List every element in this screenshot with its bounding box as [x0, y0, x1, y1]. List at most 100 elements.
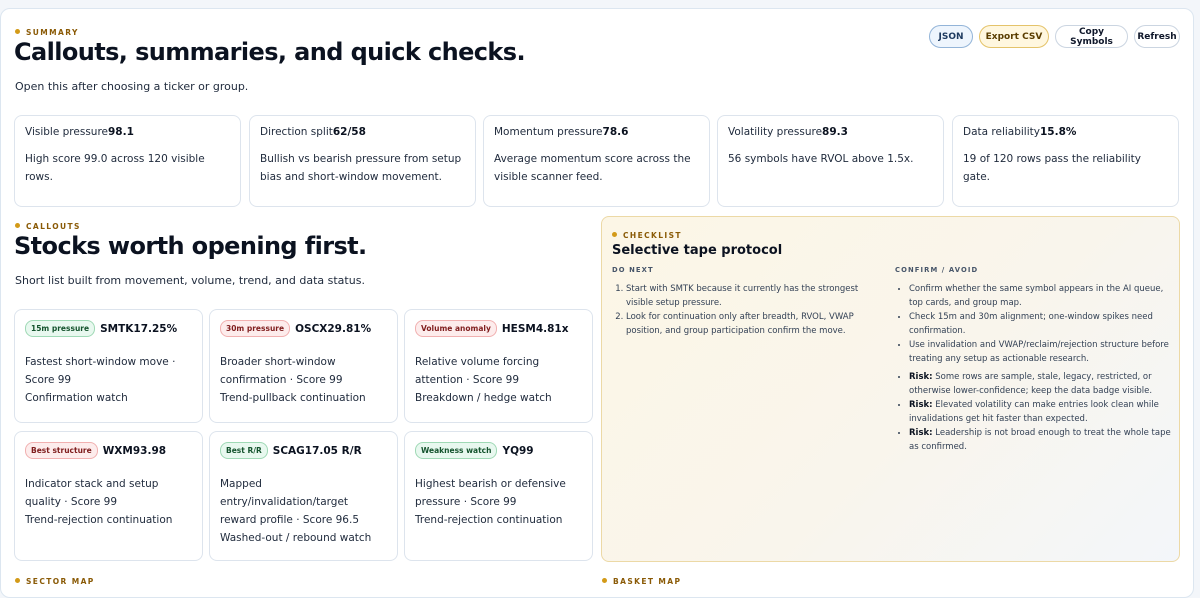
export-csv-button[interactable]: Export CSV [979, 25, 1049, 48]
callout-tag: Best R/R [220, 442, 268, 459]
basket-map-label: BASKET MAP [613, 577, 682, 586]
refresh-button[interactable]: Refresh [1134, 25, 1180, 48]
checklist-title: Selective tape protocol [612, 243, 783, 258]
callout-line: Breakdown / hedge watch [415, 392, 552, 404]
bullet-dot-icon [602, 578, 607, 583]
checklist-eyebrow: CHECKLIST [612, 231, 682, 240]
callout-symbol: YQ99 [502, 444, 534, 457]
callout-line: Fastest short-window move · Score 99 [25, 356, 176, 386]
metric-title: Direction split62/58 [260, 126, 465, 138]
checklist-panel: CHECKLIST Selective tape protocol DO NEX… [601, 216, 1180, 562]
callout-card-header: Best R/R SCAG17.05 R/R [220, 442, 387, 459]
metric-description: 56 symbols have RVOL above 1.5x. [728, 153, 914, 165]
callout-tag: Best structure [25, 442, 98, 459]
callout-card[interactable]: 30m pressure OSCX29.81% Broader short-wind… [209, 309, 398, 423]
callout-line: Mapped entry/invalidation/target reward … [220, 478, 360, 526]
callout-line: Highest bearish or defensive pressure · … [415, 478, 566, 508]
metric-description: Bullish vs bearish pressure from setup b… [260, 153, 462, 183]
callout-card[interactable]: 15m pressure SMTK17.25% Fastest short-wind… [14, 309, 203, 423]
callout-card[interactable]: Volume anomaly HESM4.81x Relative volume f… [404, 309, 593, 423]
metric-title: Volatility pressure89.3 [728, 126, 933, 138]
sector-map-eyebrow: SECTOR MAP [15, 577, 95, 586]
callout-card-header: Weakness watch YQ99 [415, 442, 582, 459]
checklist-eyebrow-label: CHECKLIST [623, 231, 682, 240]
callout-line: Washed-out / rebound watch [220, 532, 372, 544]
callout-line: Broader short-window confirmation · Scor… [220, 356, 343, 386]
risk-item: Risk: Some rows are sample, stale, legac… [909, 370, 1173, 398]
callout-body: Relative volume forcing attention · Scor… [415, 353, 582, 407]
metric-value: 78.6 [602, 126, 629, 138]
callout-line: Indicator stack and setup quality · Scor… [25, 478, 159, 508]
metric-value: 15.8% [1039, 126, 1077, 138]
callout-card[interactable]: Best R/R SCAG17.05 R/R Mapped entry/invali… [209, 431, 398, 561]
callout-symbol: SMTK17.25% [100, 322, 178, 335]
callouts-title: Stocks worth opening first. [14, 232, 367, 260]
json-button[interactable]: JSON [929, 25, 973, 48]
callout-tag: Volume anomaly [415, 320, 497, 337]
metric-description: Average momentum score across the visibl… [494, 153, 691, 183]
metric-label: Volatility pressure [728, 126, 823, 138]
callout-body: Highest bearish or defensive pressure · … [415, 475, 582, 529]
risk-text: Leadership is not broad enough to treat … [909, 428, 1171, 452]
callout-tag: Weakness watch [415, 442, 498, 459]
callout-line: Confirmation watch [25, 392, 128, 404]
basket-map-eyebrow: BASKET MAP [602, 577, 681, 586]
callout-body: Mapped entry/invalidation/target reward … [220, 475, 387, 547]
confirm-list: Confirm whether the same symbol appears … [895, 282, 1173, 454]
callout-body: Fastest short-window move · Score 99 Conf… [25, 353, 192, 407]
risk-label: Risk: [909, 400, 933, 410]
callout-line: Trend-rejection continuation [25, 514, 173, 526]
callout-tag: 30m pressure [220, 320, 291, 337]
risk-item: Risk: Elevated volatility can make entri… [909, 398, 1173, 426]
risk-text: Some rows are sample, stale, legacy, res… [909, 372, 1153, 396]
callout-card-header: 30m pressure OSCX29.81% [220, 320, 387, 337]
callout-symbol: SCAG17.05 R/R [272, 444, 362, 457]
bullet-dot-icon [15, 29, 20, 34]
metric-value: 89.3 [822, 126, 848, 138]
do-next-heading: DO NEXT [612, 266, 654, 274]
copy-symbols-button[interactable]: Copy Symbols [1055, 25, 1128, 48]
summary-lede: Open this after choosing a ticker or gro… [15, 80, 249, 93]
callout-body: Indicator stack and setup quality · Scor… [25, 475, 192, 529]
callout-card[interactable]: Best structure WXM93.98 Indicator stack an… [14, 431, 203, 561]
metric-label: Direction split [260, 126, 333, 138]
metric-label: Momentum pressure [494, 126, 603, 138]
callouts-eyebrow: CALLOUTS [15, 222, 81, 231]
bullet-dot-icon [15, 223, 20, 228]
do-next-item: Look for continuation only after breadth… [626, 310, 887, 338]
summary-eyebrow-label: SUMMARY [26, 28, 79, 37]
metric-card: Momentum pressure78.6 Average momentum sc… [483, 115, 710, 207]
confirm-item: Check 15m and 30m alignment; one-window … [909, 310, 1173, 338]
callouts-eyebrow-label: CALLOUTS [26, 222, 81, 231]
callout-card-header: Volume anomaly HESM4.81x [415, 320, 582, 337]
do-next-list: Start with SMTK because it currently has… [612, 282, 887, 338]
confirm-avoid-heading: CONFIRM / AVOID [895, 266, 979, 274]
do-next-item: Start with SMTK because it currently has… [626, 282, 887, 310]
risk-item: Risk: Leadership is not broad enough to … [909, 426, 1173, 454]
metric-card: Volatility pressure89.3 56 symbols have R… [717, 115, 944, 207]
metric-card: Direction split62/58 Bullish vs bearish p… [249, 115, 476, 207]
confirm-item: Confirm whether the same symbol appears … [909, 282, 1173, 310]
metric-card: Data reliability15.8% 19 of 120 rows pass… [952, 115, 1179, 207]
metric-value: 62/58 [332, 126, 366, 138]
risk-label: Risk: [909, 372, 933, 382]
metric-description: 19 of 120 rows pass the reliability gate… [963, 153, 1141, 183]
callout-card[interactable]: Weakness watch YQ99 Highest bearish or def… [404, 431, 593, 561]
bullet-dot-icon [612, 232, 617, 237]
metric-label: Data reliability [963, 126, 1040, 138]
callout-card-header: 15m pressure SMTK17.25% [25, 320, 192, 337]
callout-card-header: Best structure WXM93.98 [25, 442, 192, 459]
metric-value: 98.1 [108, 126, 134, 138]
metric-title: Data reliability15.8% [963, 126, 1168, 138]
page-title: Callouts, summaries, and quick checks. [14, 38, 526, 66]
metric-label: Visible pressure [25, 126, 108, 138]
risk-label: Risk: [909, 428, 933, 438]
callout-body: Broader short-window confirmation · Scor… [220, 353, 387, 407]
risk-text: Elevated volatility can make entries loo… [909, 400, 1159, 424]
callout-symbol: OSCX29.81% [295, 322, 372, 335]
metric-title: Momentum pressure78.6 [494, 126, 699, 138]
callout-symbol: HESM4.81x [501, 322, 569, 335]
callouts-lede: Short list built from movement, volume, … [15, 274, 365, 287]
confirm-item: Use invalidation and VWAP/reclaim/reject… [909, 338, 1173, 366]
callout-symbol: WXM93.98 [102, 444, 167, 457]
